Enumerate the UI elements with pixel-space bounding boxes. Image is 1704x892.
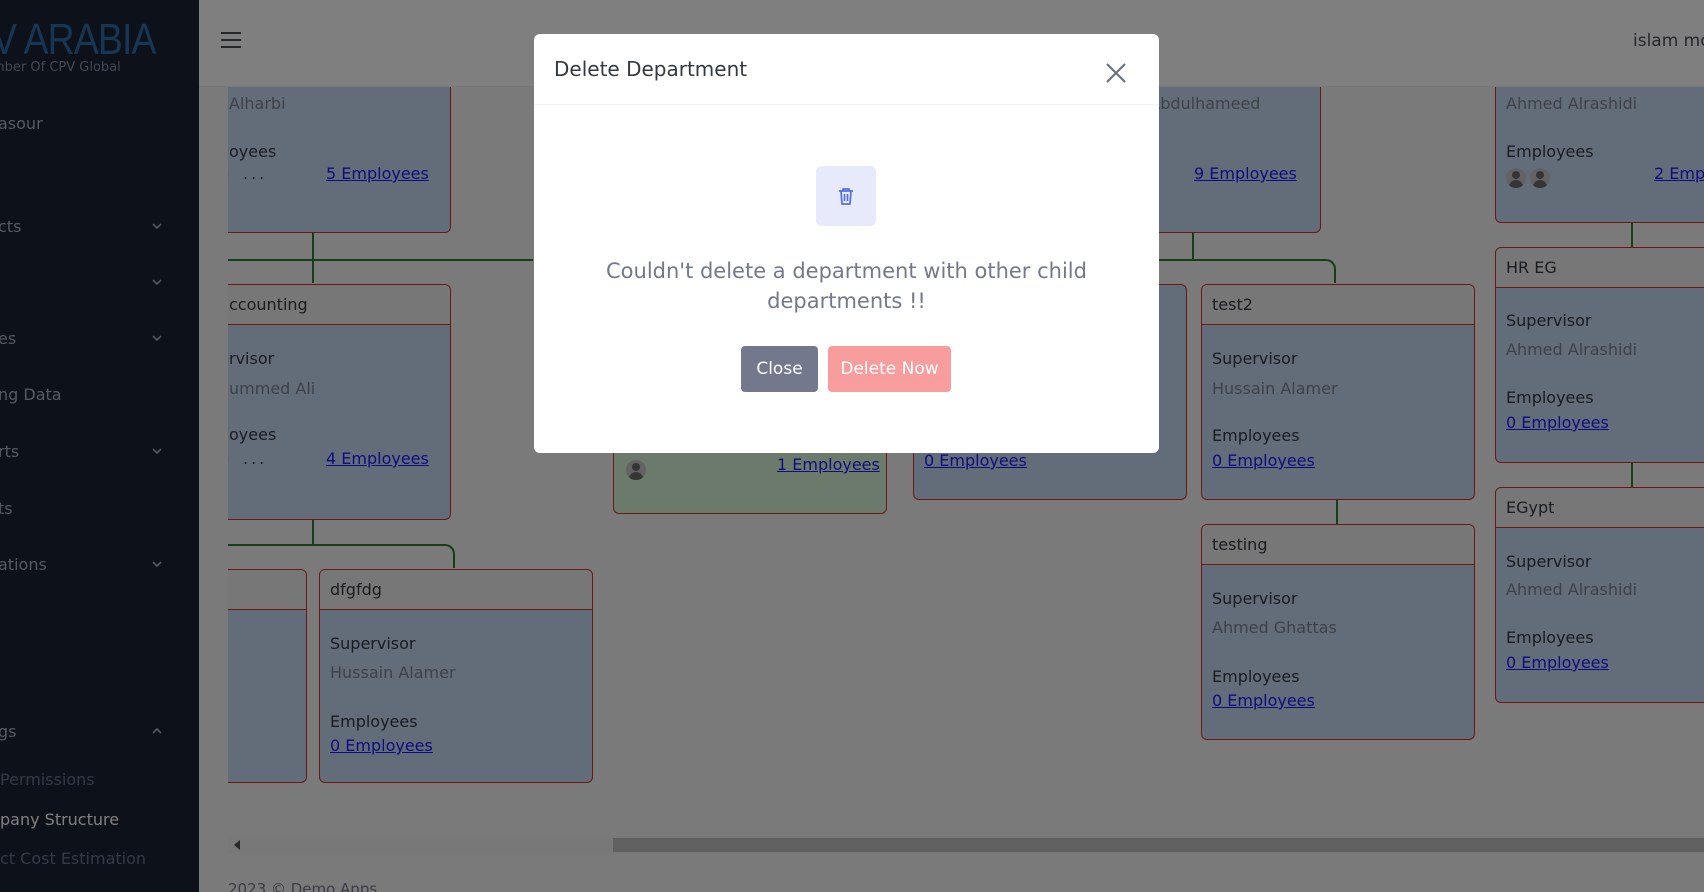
delete-now-button[interactable]: Delete Now xyxy=(828,346,951,392)
modal-backdrop[interactable]: Delete Department Couldn't delete a depa… xyxy=(0,0,1704,892)
modal-header: Delete Department xyxy=(534,34,1159,105)
modal-message: Couldn't delete a department with other … xyxy=(606,259,1087,313)
delete-department-modal: Delete Department Couldn't delete a depa… xyxy=(534,34,1159,453)
close-button[interactable]: Close xyxy=(741,346,818,392)
modal-title: Delete Department xyxy=(554,57,748,81)
trash-icon-box xyxy=(816,166,876,226)
close-icon[interactable] xyxy=(1105,62,1127,84)
trash-icon xyxy=(839,188,853,205)
